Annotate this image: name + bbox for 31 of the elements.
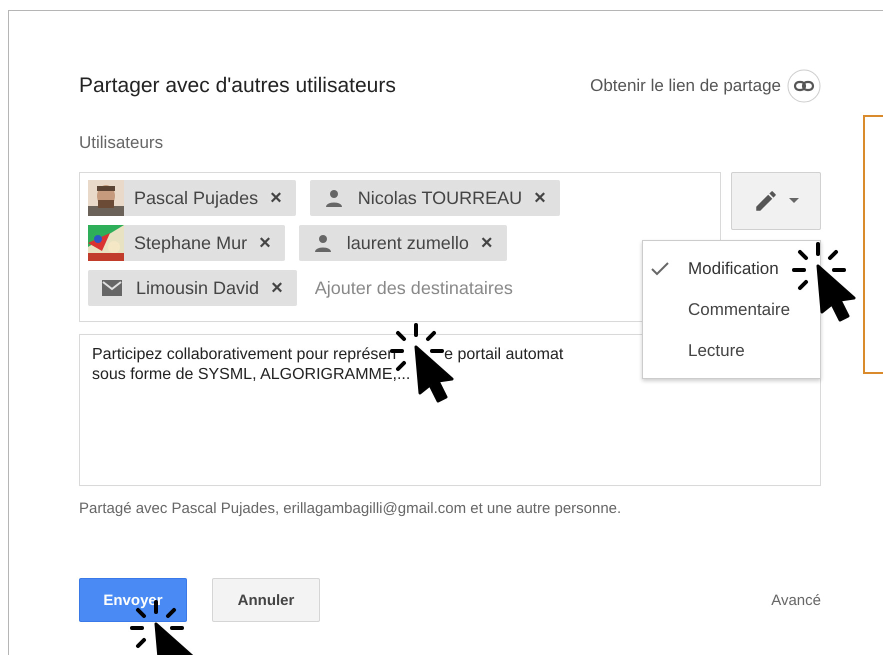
- caret-icon: [789, 198, 799, 204]
- mail-icon: [102, 280, 122, 296]
- recipient-name: Pascal Pujades: [134, 188, 258, 208]
- recipient-chip[interactable]: Stephane Mur ×: [88, 225, 285, 261]
- recipient-name: Nicolas TOURREAU: [358, 188, 522, 208]
- users-label: Utilisateurs: [79, 133, 164, 153]
- cancel-button[interactable]: Annuler: [212, 578, 320, 622]
- remove-button[interactable]: ×: [468, 232, 493, 254]
- shared-with-text: Partagé avec Pascal Pujades, erillagambagilli@gmail.com et une autre personne.: [79, 500, 622, 517]
- link-icon: [787, 69, 821, 103]
- message-text: sous forme de SYSML, ALGORIGRAMME,...: [92, 365, 410, 385]
- recipient-name: Limousin David: [136, 278, 260, 298]
- recipient-name: Stephane Mur: [134, 232, 248, 254]
- recipient-chip[interactable]: Pascal Pujades ×: [88, 180, 296, 216]
- remove-button[interactable]: ×: [247, 232, 271, 254]
- share-link-button[interactable]: Obtenir le lien de partage: [590, 69, 821, 103]
- check-icon: [651, 262, 669, 276]
- remove-button[interactable]: ×: [259, 276, 283, 300]
- advanced-link[interactable]: Avancé: [771, 592, 821, 608]
- permission-dropdown[interactable]: [731, 172, 821, 230]
- person-icon: [312, 233, 333, 253]
- message-text: Participez collaborativement pour représen: [92, 345, 396, 365]
- dialog-title: Partager avec d'autres utilisateurs: [79, 74, 396, 98]
- recipient-chip[interactable]: Limousin David ×: [88, 270, 297, 306]
- recipient-name: laurent zumello: [346, 232, 469, 254]
- message-text: e portail automat: [444, 345, 564, 365]
- recipient-chip[interactable]: laurent zumello ×: [298, 225, 507, 261]
- recipient-chip[interactable]: Nicolas TOURREAU ×: [310, 180, 560, 216]
- remove-button[interactable]: ×: [258, 186, 282, 210]
- remove-button[interactable]: ×: [522, 186, 546, 210]
- person-icon: [324, 188, 344, 208]
